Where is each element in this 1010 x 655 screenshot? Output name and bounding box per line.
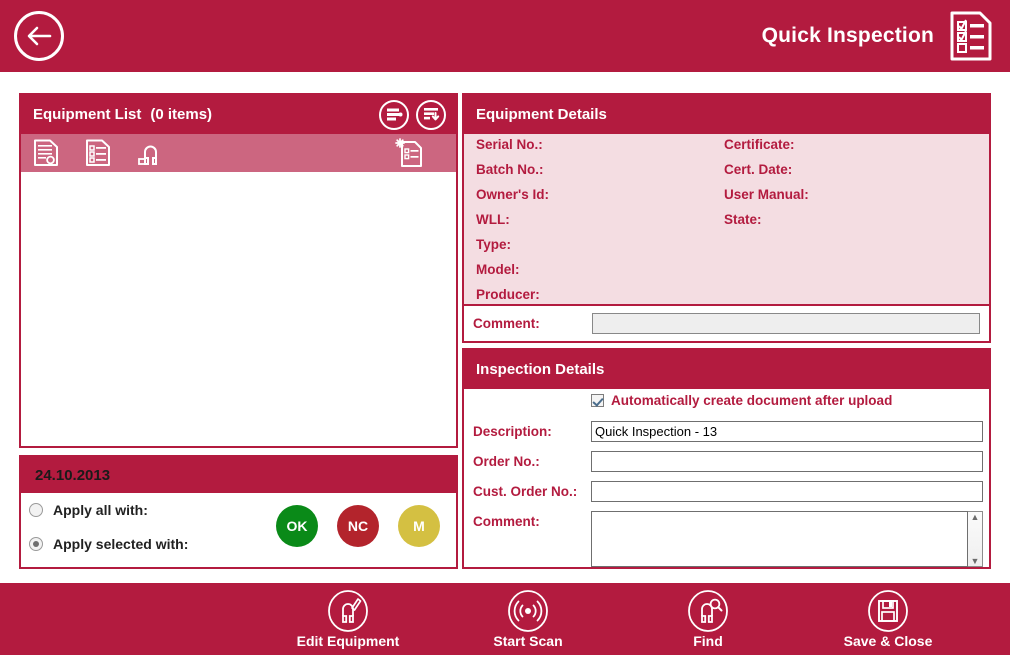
filter-settings-button[interactable] [379, 99, 409, 130]
field-row-cust-order-no: Cust. Order No.: [473, 481, 983, 502]
cust-order-no-input[interactable] [591, 481, 983, 502]
checklist-document-icon[interactable] [83, 138, 113, 168]
shackle-edit-icon [326, 589, 370, 632]
scroll-up-icon[interactable]: ▲ [971, 512, 980, 522]
status-button-group: OK NC M [276, 505, 440, 547]
apply-panel: 24.10.2013 Apply all with: Apply selecte… [19, 455, 458, 569]
list-download-icon [423, 108, 439, 121]
quick-inspection-window: Quick Inspection Equipment List (0 items… [0, 0, 1010, 655]
save-and-close-button[interactable]: Save & Close [798, 589, 978, 649]
inspection-details-body: Automatically create document after uplo… [464, 389, 989, 567]
label-inspection-comment: Comment: [473, 514, 540, 529]
shackle-icon[interactable] [135, 138, 165, 168]
edit-equipment-button[interactable]: Edit Equipment [258, 589, 438, 649]
order-no-input[interactable] [591, 451, 983, 472]
equipment-comment-row: Comment: [464, 304, 989, 341]
equipment-list-count: (0 items) [150, 106, 213, 123]
field-row-order-no: Order No.: [473, 451, 983, 472]
start-scan-label: Start Scan [493, 632, 563, 649]
equipment-list-header-buttons [379, 99, 450, 130]
status-button-nc[interactable]: NC [337, 505, 379, 547]
label-certificate: Certificate: [724, 137, 795, 152]
inspection-comment-wrap: ▲ ▼ [591, 511, 983, 567]
label-cert-date: Cert. Date: [724, 162, 793, 177]
shackle-search-icon [686, 589, 730, 632]
new-document-icon[interactable] [394, 138, 424, 168]
equipment-list-panel: Equipment List (0 items) [19, 93, 458, 448]
radio-apply-selected-label: Apply selected with: [53, 536, 189, 552]
inspection-details-panel: Inspection Details Automatically create … [462, 348, 991, 569]
apply-panel-body: Apply all with: Apply selected with: OK … [21, 493, 456, 567]
back-arrow-icon [27, 26, 52, 46]
radio-apply-all[interactable] [29, 503, 43, 517]
equipment-comment-input[interactable] [592, 313, 980, 334]
floppy-save-icon [866, 589, 910, 632]
label-type: Type: [476, 237, 512, 252]
label-cust-order-no: Cust. Order No.: [473, 484, 578, 499]
radio-row-apply-selected[interactable]: Apply selected with: [29, 536, 188, 552]
label-wll: WLL: [476, 212, 510, 227]
label-state: State: [724, 212, 762, 227]
equipment-details-header: Equipment Details [464, 95, 989, 134]
field-row-description: Description: [473, 421, 983, 442]
field-row-inspection-comment: Comment: ▲ ▼ [473, 511, 983, 567]
checklist-document-icon [948, 11, 994, 61]
equipment-list-body[interactable] [21, 172, 456, 446]
auto-create-document-checkbox[interactable] [591, 394, 604, 407]
equipment-details-panel: Equipment Details Serial No.: Batch No.:… [462, 93, 991, 343]
sliders-icon [386, 108, 402, 121]
find-label: Find [693, 632, 723, 649]
rfid-scan-icon [506, 589, 550, 632]
label-model: Model: [476, 262, 520, 277]
inspection-details-header: Inspection Details [464, 350, 989, 389]
label-batch-no: Batch No.: [476, 162, 544, 177]
comment-scrollbar[interactable]: ▲ ▼ [968, 511, 983, 567]
label-owners-id: Owner's Id: [476, 187, 549, 202]
equipment-comment-label: Comment: [473, 316, 540, 331]
inspection-comment-textarea[interactable] [591, 511, 968, 567]
sort-download-button[interactable] [416, 99, 446, 130]
description-input[interactable] [591, 421, 983, 442]
label-producer: Producer: [476, 287, 540, 302]
top-header-bar: Quick Inspection [0, 0, 1010, 72]
edit-equipment-label: Edit Equipment [296, 632, 400, 649]
apply-panel-header: 24.10.2013 [21, 457, 456, 493]
find-button[interactable]: Find [618, 589, 798, 649]
scroll-down-icon[interactable]: ▼ [971, 556, 980, 566]
equipment-list-title: Equipment List [33, 106, 142, 123]
label-order-no: Order No.: [473, 454, 540, 469]
certificate-icon[interactable] [31, 138, 61, 168]
auto-create-document-row[interactable]: Automatically create document after uplo… [591, 393, 892, 408]
back-button[interactable] [14, 11, 64, 61]
radio-apply-selected[interactable] [29, 537, 43, 551]
label-description: Description: [473, 424, 552, 439]
label-user-manual: User Manual: [724, 187, 809, 202]
auto-create-document-label: Automatically create document after uplo… [611, 393, 893, 408]
status-button-ok[interactable]: OK [276, 505, 318, 547]
equipment-list-header: Equipment List (0 items) [21, 95, 456, 134]
start-scan-button[interactable]: Start Scan [438, 589, 618, 649]
inspection-details-title: Inspection Details [476, 361, 605, 378]
label-serial-no: Serial No.: [476, 137, 543, 152]
inspection-date: 24.10.2013 [35, 466, 111, 484]
equipment-details-title: Equipment Details [476, 106, 607, 123]
equipment-list-toolbar [21, 134, 456, 172]
radio-row-apply-all[interactable]: Apply all with: [29, 502, 148, 518]
radio-apply-all-label: Apply all with: [53, 502, 148, 518]
save-and-close-label: Save & Close [843, 632, 933, 649]
status-button-m[interactable]: M [398, 505, 440, 547]
page-title: Quick Inspection [761, 24, 934, 47]
equipment-details-fields: Serial No.: Batch No.: Owner's Id: WLL: … [464, 134, 989, 304]
bottom-toolbar: Edit Equipment Start Scan Find Save & Cl… [0, 583, 1010, 655]
